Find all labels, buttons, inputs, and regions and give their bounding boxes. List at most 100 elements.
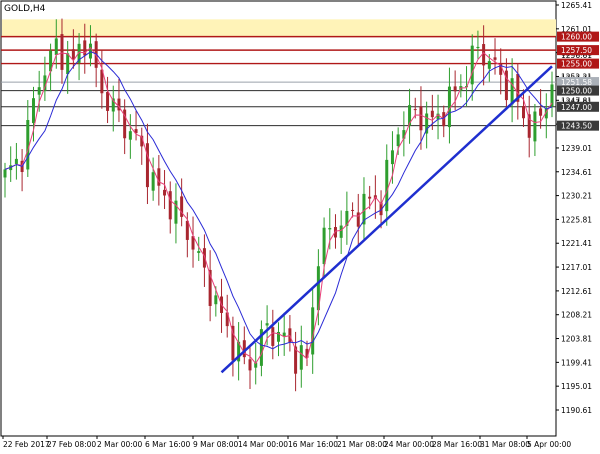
candle-body [106, 92, 110, 111]
candle [14, 142, 18, 180]
ma-slow-line [4, 51, 553, 350]
candle [174, 183, 178, 244]
y-tick-label: 1212.61 [561, 287, 592, 296]
candle [117, 78, 121, 123]
y-tick-label: 1195.01 [561, 382, 592, 391]
candle-body [487, 61, 491, 69]
candle [163, 170, 167, 210]
candle-body [470, 45, 474, 85]
candle [9, 146, 13, 182]
candle-body [128, 131, 132, 140]
candle [527, 95, 531, 158]
candle [180, 178, 184, 227]
price-tag: 1250.00 [557, 85, 599, 96]
candle [20, 149, 24, 192]
trendline-line[interactable] [220, 65, 553, 374]
candle-body [453, 86, 457, 92]
candle [123, 99, 127, 155]
x-tick-label: 6 Mar 16:00 [145, 440, 191, 449]
y-tick-label: 1190.61 [561, 406, 592, 415]
chart-title: GOLD,H4 [4, 4, 46, 14]
candle [26, 100, 30, 177]
candle-body [31, 98, 35, 124]
candle-body [533, 111, 537, 142]
candle [145, 123, 149, 205]
candle-body [413, 109, 417, 111]
candle-body [493, 57, 497, 60]
candle [499, 48, 503, 95]
candle [453, 70, 457, 111]
y-tick-label: 1208.21 [561, 311, 592, 320]
candle-body [145, 143, 149, 188]
candle-body [322, 227, 326, 264]
moving-averages [4, 46, 553, 365]
candle-body [419, 106, 423, 131]
x-tick-label: 16 Mar 16:00 [288, 440, 338, 449]
candle [259, 320, 263, 377]
candle [242, 326, 246, 365]
price-tag-label: 1255.00 [561, 60, 592, 69]
candle [550, 71, 554, 118]
price-chart: 1265.411261.011256.611252.211247.811243.… [0, 0, 600, 450]
y-tick-label: 1199.41 [561, 358, 592, 367]
candle [191, 216, 195, 268]
candle-body [430, 110, 434, 118]
candle-body [339, 225, 343, 238]
candle-body [271, 327, 275, 346]
y-tick-label: 1230.21 [561, 192, 592, 201]
chart-canvas: 1265.411261.011256.611252.211247.811243.… [0, 0, 599, 449]
candle [504, 58, 508, 109]
y-tick-label: 1225.81 [561, 215, 592, 224]
candle [539, 89, 543, 129]
candle [447, 67, 451, 144]
y-tick-label: 1234.61 [561, 168, 592, 177]
candle [533, 103, 537, 157]
candle [402, 111, 406, 157]
price-tag-label: 1243.50 [561, 122, 592, 131]
candle-body [3, 169, 7, 178]
candle-body [214, 295, 218, 305]
candle [356, 193, 360, 246]
candle [111, 85, 115, 132]
candle [294, 331, 298, 392]
candle [459, 74, 463, 98]
price-tag: 1260.00 [557, 31, 599, 42]
candle-body [265, 323, 269, 326]
y-tick-label: 1239.01 [561, 144, 592, 153]
candle-body [168, 191, 172, 220]
x-tick-label: 24 Mar 00:00 [384, 440, 434, 449]
ma-fast-line [4, 46, 553, 365]
candle [277, 322, 280, 357]
candle [237, 322, 241, 381]
candle [436, 94, 440, 140]
price-tag: 1247.00 [557, 101, 599, 112]
y-tick-label: 1203.81 [561, 335, 592, 344]
candle [385, 144, 389, 226]
candle-body [299, 345, 303, 370]
candle [408, 88, 412, 144]
candle [362, 177, 366, 242]
candle [271, 309, 275, 360]
x-tick-label: 9 Mar 08:00 [193, 440, 239, 449]
x-tick-label: 2 Mar 00:00 [97, 440, 143, 449]
trendline [220, 65, 553, 374]
candle [299, 325, 303, 388]
time-axis: 22 Feb 201727 Feb 08:00 2 Mar 00:00 6 Mar … [2, 436, 571, 449]
x-tick-label: 5 Apr 00:00 [527, 440, 571, 449]
candle-body [14, 158, 18, 164]
candle [282, 312, 286, 356]
candle [3, 162, 7, 198]
candle-body [60, 34, 64, 70]
candle-body [88, 43, 92, 59]
candle-body [368, 196, 372, 199]
x-tick-label: 31 Mar 08:00 [480, 440, 530, 449]
y-tick-label: 1265.41 [561, 1, 592, 10]
candle-body [54, 38, 58, 55]
y-tick-label: 1217.01 [561, 263, 592, 272]
candle [77, 33, 81, 81]
candle [128, 114, 132, 159]
candle [493, 38, 497, 75]
candle [425, 101, 429, 149]
candle-body [522, 105, 526, 119]
x-tick-label: 14 Mar 00:00 [238, 440, 288, 449]
